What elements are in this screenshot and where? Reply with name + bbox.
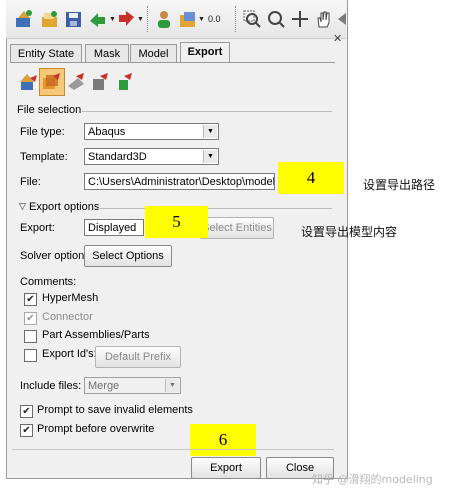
zoom-window-icon[interactable] xyxy=(242,9,262,29)
zoom-icon[interactable] xyxy=(266,9,286,29)
file-label: File: xyxy=(20,176,41,188)
divider xyxy=(12,449,334,450)
chevron-down-icon: ▼ xyxy=(165,379,179,392)
step-6-marker: 6 xyxy=(190,424,256,456)
export-ids-label: Export Id's: xyxy=(42,348,97,360)
note-export-path: 设置导出路径 xyxy=(363,178,436,192)
file-type-select[interactable]: Abaqus ▼ xyxy=(84,123,219,140)
export-arrow-icon[interactable] xyxy=(116,9,136,29)
tab-entity-state[interactable]: Entity State xyxy=(10,44,82,63)
tab-underline xyxy=(10,62,335,63)
part-assemblies-checkbox[interactable] xyxy=(24,330,37,343)
export-results-icon[interactable] xyxy=(114,70,134,92)
collapse-chevron-icon[interactable]: ▽ xyxy=(17,201,28,212)
select-options-button[interactable]: Select Options xyxy=(84,245,172,267)
prompt-invalid-label: Prompt to save invalid elements xyxy=(37,404,193,416)
solver-options-label: Solver options: xyxy=(20,250,93,262)
export-mesh-icon[interactable] xyxy=(66,70,86,92)
part-assemblies-label: Part Assemblies/Parts xyxy=(42,329,150,341)
export-label: Export: xyxy=(20,222,55,234)
prompt-overwrite-checkbox[interactable]: ✔ xyxy=(20,424,33,437)
dropdown-chevron-icon[interactable]: ▼ xyxy=(198,16,205,23)
dropdown-chevron-icon[interactable]: ▼ xyxy=(109,16,116,23)
scale-readout: 0.0 xyxy=(208,14,221,24)
watermark: 知乎 @滑翔的modeling xyxy=(312,473,433,486)
export-value: Displayed xyxy=(88,222,137,234)
save-icon[interactable] xyxy=(64,9,84,29)
template-value: Standard3D xyxy=(88,151,147,163)
step-4-marker: 4 xyxy=(278,162,344,194)
file-selection-title: File selection xyxy=(17,104,82,116)
import-arrow-icon[interactable] xyxy=(88,9,108,29)
tab-mask[interactable]: Mask xyxy=(85,44,129,63)
hypermesh-label: HyperMesh xyxy=(42,292,99,304)
prompt-overwrite-label: Prompt before overwrite xyxy=(37,423,155,435)
dropdown-chevron-icon[interactable]: ▼ xyxy=(137,16,144,23)
connector-label: Connector xyxy=(42,311,93,323)
file-type-value: Abaqus xyxy=(88,126,126,138)
export-button[interactable]: Export xyxy=(191,457,261,479)
export-options-title: Export options xyxy=(29,201,100,213)
hand-icon[interactable] xyxy=(314,9,334,29)
tab-model[interactable]: Model xyxy=(130,44,177,63)
export-solver-icon[interactable] xyxy=(90,70,110,92)
export-ids-checkbox[interactable] xyxy=(24,349,37,362)
export-select[interactable]: Displayed xyxy=(84,219,144,236)
rotate-icon[interactable] xyxy=(336,9,346,29)
include-files-label: Include files: xyxy=(20,380,82,392)
chevron-down-icon: ▼ xyxy=(203,125,217,138)
file-type-label: File type: xyxy=(20,126,65,138)
open-file-icon[interactable] xyxy=(40,9,60,29)
hypermesh-checkbox[interactable]: ✔ xyxy=(24,293,37,306)
pin-icon[interactable]: ✕ xyxy=(333,32,342,45)
chevron-down-icon: ▼ xyxy=(203,150,217,163)
include-files-select[interactable]: Merge ▼ xyxy=(84,377,181,394)
folder-image-icon[interactable] xyxy=(178,9,198,29)
connector-checkbox[interactable]: ✔ xyxy=(24,312,37,325)
toolbar-separator xyxy=(235,6,237,32)
toolbar: ▼ ▼ ▼ 0.0 xyxy=(6,0,346,39)
export-model-icon[interactable] xyxy=(18,70,38,92)
template-select[interactable]: Standard3D ▼ xyxy=(84,148,219,165)
default-prefix-button[interactable]: Default Prefix xyxy=(95,346,181,368)
note-export-content: 设置导出模型内容 xyxy=(301,225,398,239)
export-geometry-icon[interactable] xyxy=(41,70,61,92)
user-icon[interactable] xyxy=(154,9,174,29)
divider xyxy=(82,111,332,112)
tab-export[interactable]: Export xyxy=(180,42,230,63)
file-path-input[interactable]: C:\Users\Administrator\Desktop\model.inp xyxy=(84,173,275,190)
step-5-marker: 5 xyxy=(145,206,208,238)
pan-arrows-icon[interactable] xyxy=(290,9,310,29)
include-files-value: Merge xyxy=(88,380,120,392)
prompt-invalid-checkbox[interactable]: ✔ xyxy=(20,405,33,418)
toolbar-separator xyxy=(147,6,149,32)
import-model-icon[interactable] xyxy=(14,9,34,29)
divider xyxy=(93,208,332,209)
select-entities-button[interactable]: Select Entities xyxy=(200,217,274,239)
comments-label: Comments: xyxy=(20,276,77,288)
template-label: Template: xyxy=(20,151,68,163)
